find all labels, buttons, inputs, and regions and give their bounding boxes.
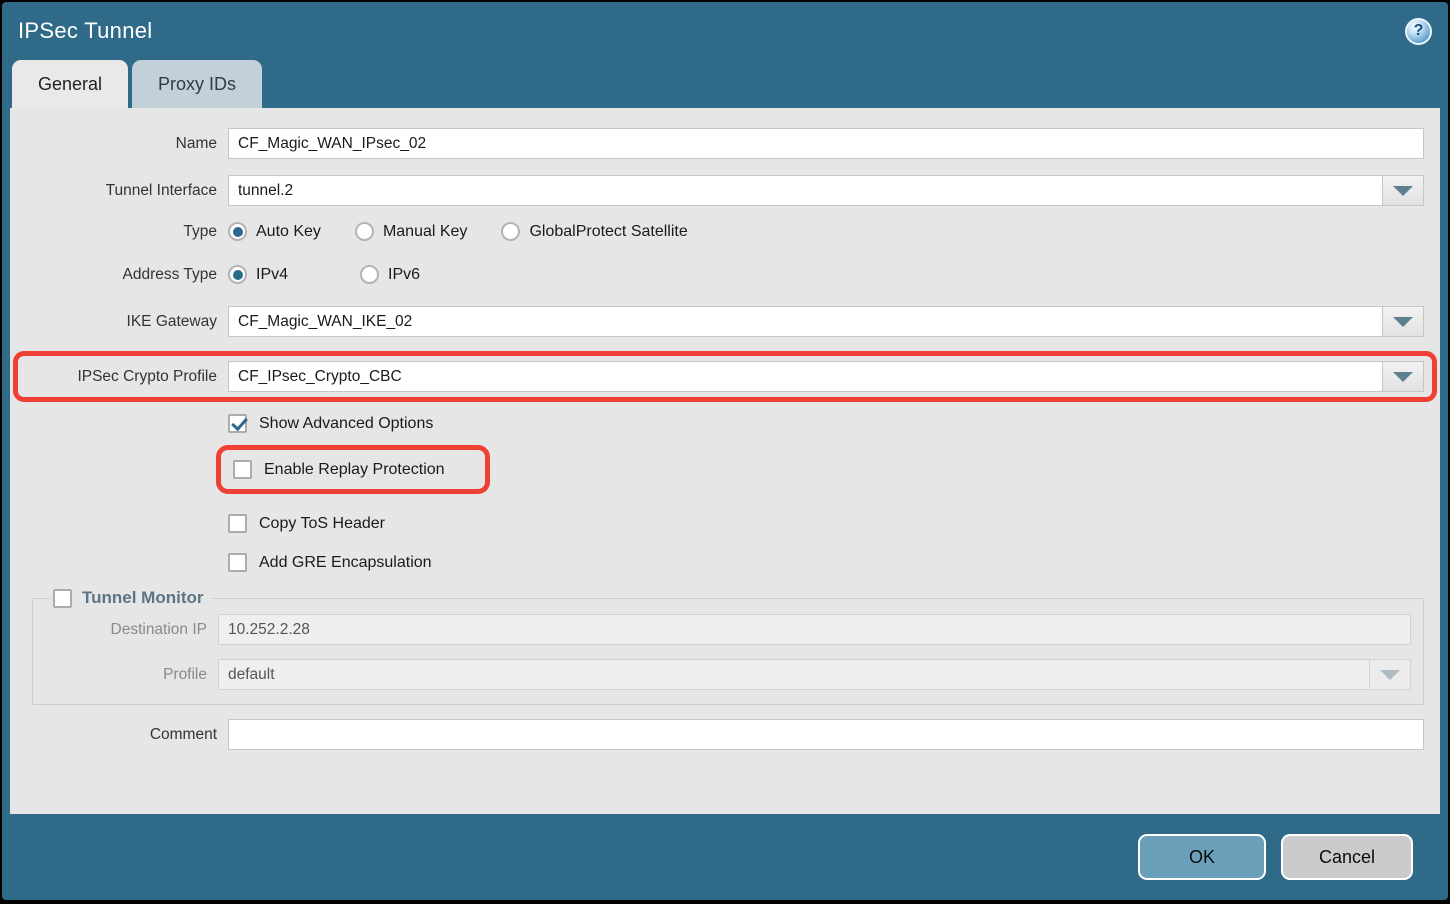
profile-input [218, 659, 1370, 690]
radio-ipv4-label: IPv4 [256, 266, 288, 284]
ipsec-crypto-profile-input[interactable] [228, 361, 1383, 392]
comment-input[interactable] [228, 719, 1424, 750]
ike-gateway-label: IKE Gateway [26, 313, 217, 331]
comment-label: Comment [26, 726, 217, 744]
tunnel-interface-dropdown-button[interactable] [1383, 175, 1424, 206]
radio-auto-key-label: Auto Key [256, 223, 321, 241]
help-icon[interactable]: ? [1405, 18, 1432, 45]
add-gre-encapsulation-row: Add GRE Encapsulation [228, 553, 1424, 572]
show-advanced-options-checkbox[interactable] [228, 414, 247, 433]
radio-manual-key[interactable]: Manual Key [355, 222, 468, 241]
profile-label: Profile [37, 666, 207, 684]
tab-general[interactable]: General [12, 60, 128, 108]
destination-ip-label: Destination IP [37, 621, 207, 639]
ike-gateway-dropdown-button[interactable] [1383, 306, 1424, 337]
highlight-box-enable-replay-protection: Enable Replay Protection [216, 445, 490, 494]
radio-globalprotect-satellite[interactable]: GlobalProtect Satellite [501, 222, 687, 241]
tunnel-monitor-checkbox[interactable] [53, 589, 72, 608]
ike-gateway-input[interactable] [228, 306, 1383, 337]
address-type-label: Address Type [26, 266, 217, 284]
profile-dropdown-button [1370, 659, 1411, 690]
name-label: Name [26, 135, 217, 153]
enable-replay-protection-checkbox[interactable] [233, 460, 252, 479]
add-gre-encapsulation-label: Add GRE Encapsulation [259, 554, 432, 572]
enable-replay-protection-label: Enable Replay Protection [264, 461, 445, 479]
radio-globalprotect-satellite-label: GlobalProtect Satellite [529, 223, 687, 241]
ipsec-crypto-profile-label: IPSec Crypto Profile [26, 368, 217, 386]
tunnel-monitor-label: Tunnel Monitor [82, 588, 204, 608]
chevron-down-icon [1393, 317, 1413, 327]
type-label: Type [26, 223, 217, 241]
tunnel-monitor-group: Tunnel Monitor Destination IP Profile [32, 588, 1424, 705]
highlight-box-ipsec-crypto-profile: IPSec Crypto Profile [13, 351, 1437, 402]
show-advanced-options-label: Show Advanced Options [259, 415, 433, 433]
cancel-button[interactable]: Cancel [1281, 834, 1413, 880]
dialog-footer: OK Cancel [2, 814, 1448, 900]
name-row: Name [26, 128, 1424, 159]
tab-proxy-ids-label: Proxy IDs [158, 74, 236, 95]
radio-manual-key-control[interactable] [355, 222, 374, 241]
tab-bar: General Proxy IDs [2, 60, 1448, 108]
radio-manual-key-label: Manual Key [383, 223, 468, 241]
name-input[interactable] [228, 128, 1424, 159]
tunnel-monitor-legend: Tunnel Monitor [51, 588, 212, 608]
type-row: Type Auto Key Manual Key GlobalProtect S… [26, 222, 1424, 241]
chevron-down-icon [1380, 670, 1400, 680]
ok-button[interactable]: OK [1138, 834, 1266, 880]
tunnel-interface-row: Tunnel Interface [26, 175, 1424, 206]
chevron-down-icon [1393, 186, 1413, 196]
address-type-row: Address Type IPv4 IPv6 [26, 265, 1424, 284]
ipsec-tunnel-dialog: IPSec Tunnel ? General Proxy IDs Name Tu… [2, 2, 1448, 900]
tunnel-interface-input[interactable] [228, 175, 1383, 206]
destination-ip-input [218, 614, 1411, 645]
radio-ipv6[interactable]: IPv6 [360, 265, 420, 284]
radio-auto-key-control[interactable] [228, 222, 247, 241]
radio-auto-key[interactable]: Auto Key [228, 222, 321, 241]
profile-row: Profile [37, 659, 1411, 690]
radio-globalprotect-satellite-control[interactable] [501, 222, 520, 241]
destination-ip-row: Destination IP [37, 614, 1411, 645]
comment-row: Comment [26, 719, 1424, 750]
ipsec-crypto-profile-dropdown-button[interactable] [1383, 361, 1424, 392]
tunnel-interface-label: Tunnel Interface [26, 182, 217, 200]
general-tab-panel: Name Tunnel Interface Type Auto Key [10, 108, 1440, 814]
copy-tos-header-checkbox[interactable] [228, 514, 247, 533]
radio-ipv6-control[interactable] [360, 265, 379, 284]
dialog-title: IPSec Tunnel [18, 18, 152, 44]
radio-ipv6-label: IPv6 [388, 266, 420, 284]
tab-general-label: General [38, 74, 102, 95]
ike-gateway-row: IKE Gateway [26, 306, 1424, 337]
add-gre-encapsulation-checkbox[interactable] [228, 553, 247, 572]
radio-ipv4[interactable]: IPv4 [228, 265, 288, 284]
chevron-down-icon [1393, 372, 1413, 382]
tab-proxy-ids[interactable]: Proxy IDs [132, 60, 262, 108]
title-bar: IPSec Tunnel ? [2, 2, 1448, 60]
ipsec-crypto-profile-row: IPSec Crypto Profile [26, 361, 1424, 392]
radio-ipv4-control[interactable] [228, 265, 247, 284]
copy-tos-header-row: Copy ToS Header [228, 514, 1424, 533]
copy-tos-header-label: Copy ToS Header [259, 515, 385, 533]
show-advanced-options-row: Show Advanced Options [228, 414, 1424, 433]
